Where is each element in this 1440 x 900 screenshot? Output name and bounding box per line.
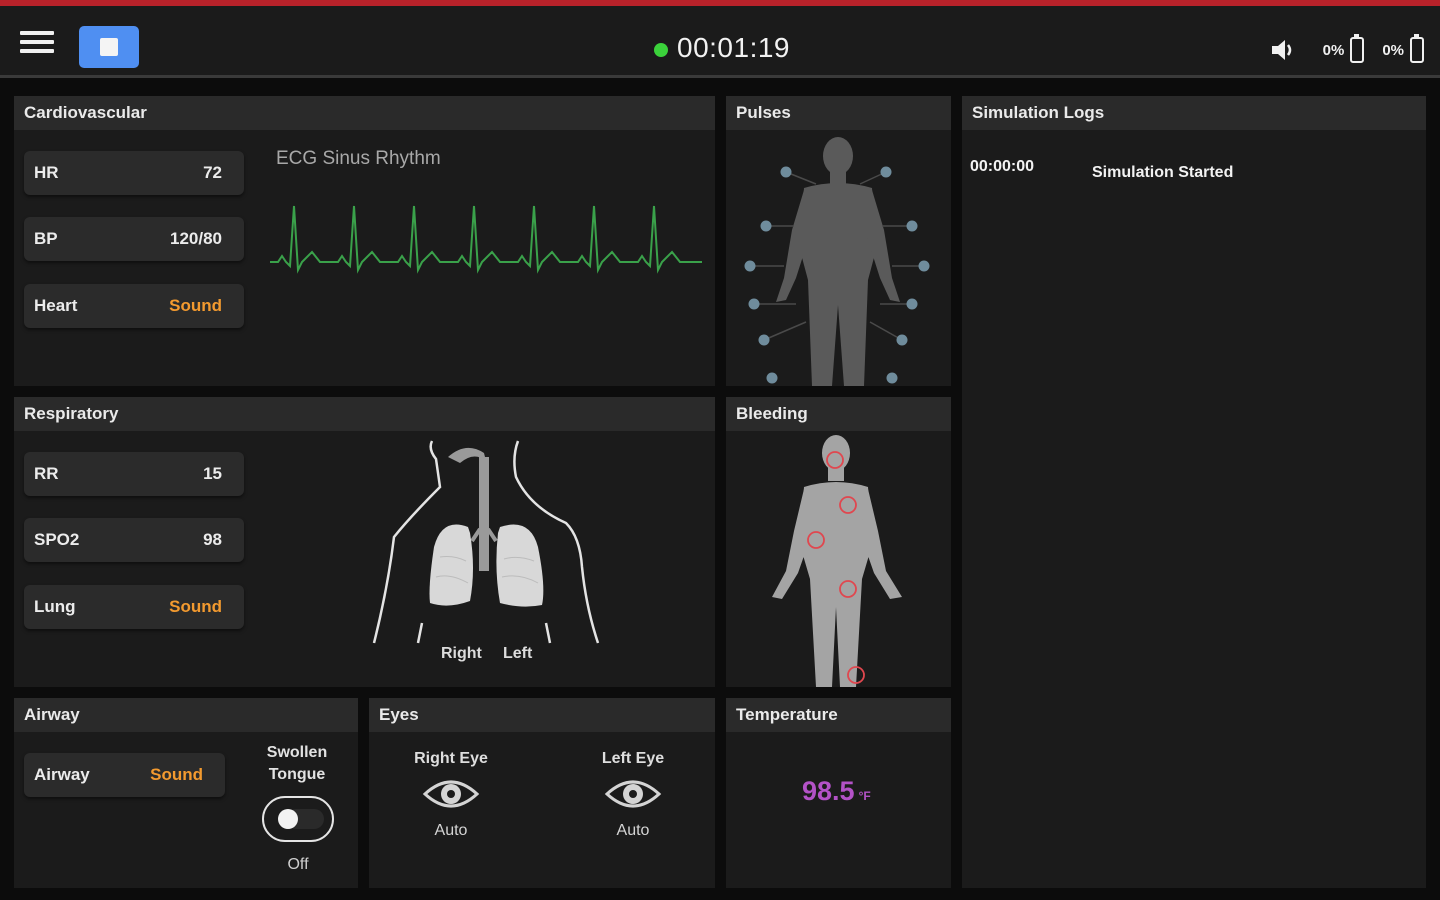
stop-icon bbox=[100, 38, 118, 56]
lungs-diagram bbox=[372, 440, 600, 644]
swollen-tongue-line-2: Tongue bbox=[268, 766, 326, 783]
ecg-waveform bbox=[270, 205, 702, 274]
lung-sound-value: Sound bbox=[169, 597, 222, 616]
bp-card[interactable]: BP 120/80 bbox=[24, 217, 244, 261]
running-status-dot bbox=[654, 42, 668, 57]
right-eye-label: Right Eye bbox=[414, 750, 488, 767]
heart-label: Heart bbox=[34, 296, 78, 315]
lung-label: Lung bbox=[34, 597, 76, 616]
airway-title: Airway bbox=[14, 698, 358, 732]
airway-label: Airway bbox=[34, 765, 90, 784]
left-eye-label: Left Eye bbox=[601, 750, 665, 767]
left-eye-mode: Auto bbox=[616, 822, 650, 839]
pulses-title: Pulses bbox=[726, 96, 951, 130]
airway-sound-value: Sound bbox=[150, 765, 203, 784]
spo2-label: SPO2 bbox=[34, 530, 80, 549]
log-entry-message: Simulation Started bbox=[1092, 164, 1234, 181]
respiratory-title: Respiratory bbox=[14, 397, 715, 431]
heart-sound-value: Sound bbox=[169, 296, 222, 315]
hr-value: 72 bbox=[203, 163, 222, 182]
temperature-value[interactable]: 98.5 °F bbox=[802, 776, 871, 807]
bleeding-panel: Bleeding bbox=[726, 397, 951, 687]
hr-label: HR bbox=[34, 163, 59, 182]
temperature-number: 98.5 bbox=[802, 776, 855, 806]
stop-button[interactable] bbox=[79, 26, 139, 68]
rr-card[interactable]: RR 15 bbox=[24, 452, 244, 496]
spo2-value: 98 bbox=[203, 530, 222, 549]
ecg-label: ECG Sinus Rhythm bbox=[276, 148, 441, 169]
pulses-panel: Pulses bbox=[726, 96, 951, 386]
swollen-tongue-line-1: Swollen bbox=[266, 744, 328, 761]
toggle-knob bbox=[278, 809, 298, 829]
swollen-tongue-toggle[interactable] bbox=[262, 796, 334, 842]
bp-value: 120/80 bbox=[170, 229, 222, 248]
cardiovascular-panel: Cardiovascular HR 72 BP 120/80 Heart Sou… bbox=[14, 96, 715, 386]
speaker-icon[interactable] bbox=[1269, 36, 1297, 64]
bleeding-title: Bleeding bbox=[726, 397, 951, 431]
rr-label: RR bbox=[34, 464, 59, 483]
lungs-left-label: Left bbox=[503, 645, 533, 662]
top-bar: 00:01:19 0% 0% bbox=[0, 6, 1440, 78]
right-eye-control[interactable]: Right Eye Auto bbox=[381, 750, 521, 840]
battery-2-percent: 0% bbox=[1382, 41, 1404, 59]
eyes-title: Eyes bbox=[369, 698, 715, 732]
bp-label: BP bbox=[34, 229, 58, 248]
eye-icon[interactable] bbox=[604, 776, 662, 812]
spo2-card[interactable]: SPO2 98 bbox=[24, 518, 244, 562]
cardiovascular-title: Cardiovascular bbox=[14, 96, 715, 130]
heart-sound-card[interactable]: Heart Sound bbox=[24, 284, 244, 328]
left-eye-control[interactable]: Left Eye Auto bbox=[563, 750, 703, 840]
eye-icon[interactable] bbox=[422, 776, 480, 812]
simulation-logs-panel: Simulation Logs 00:00:00 Simulation Star… bbox=[962, 96, 1426, 888]
simulation-timer: 00:01:19 bbox=[654, 32, 790, 64]
battery-1-icon bbox=[1350, 34, 1365, 63]
swollen-tongue-label: Swollen Tongue bbox=[254, 742, 340, 786]
pulses-body-figure bbox=[744, 137, 930, 386]
airway-sound-card[interactable]: Airway Sound bbox=[24, 753, 225, 797]
device-status: 0% 0% bbox=[1269, 34, 1424, 64]
battery-2-icon bbox=[1410, 34, 1424, 63]
bleeding-body-figure bbox=[772, 435, 902, 687]
log-entry-time: 00:00:00 bbox=[970, 158, 1035, 175]
menu-icon[interactable] bbox=[20, 31, 54, 57]
simulation-logs-title: Simulation Logs bbox=[962, 96, 1426, 130]
temperature-unit: °F bbox=[858, 789, 871, 803]
temperature-panel: Temperature 98.5 °F bbox=[726, 698, 951, 888]
hr-card[interactable]: HR 72 bbox=[24, 151, 244, 195]
lung-sound-card[interactable]: Lung Sound bbox=[24, 585, 244, 629]
battery-1-percent: 0% bbox=[1322, 41, 1345, 59]
timer-text: 00:01:19 bbox=[677, 32, 790, 63]
lungs-right-label: Right bbox=[441, 645, 482, 662]
eyes-panel: Eyes Right Eye Auto Left Eye Auto bbox=[369, 698, 715, 888]
airway-panel: Airway Airway Sound Swollen Tongue Off bbox=[14, 698, 358, 888]
respiratory-panel: Respiratory RR 15 SPO2 98 Lung Sound Rig… bbox=[14, 397, 715, 687]
rr-value: 15 bbox=[203, 464, 222, 483]
temperature-title: Temperature bbox=[726, 698, 951, 732]
right-eye-mode: Auto bbox=[434, 822, 468, 839]
swollen-tongue-state: Off bbox=[287, 856, 309, 873]
